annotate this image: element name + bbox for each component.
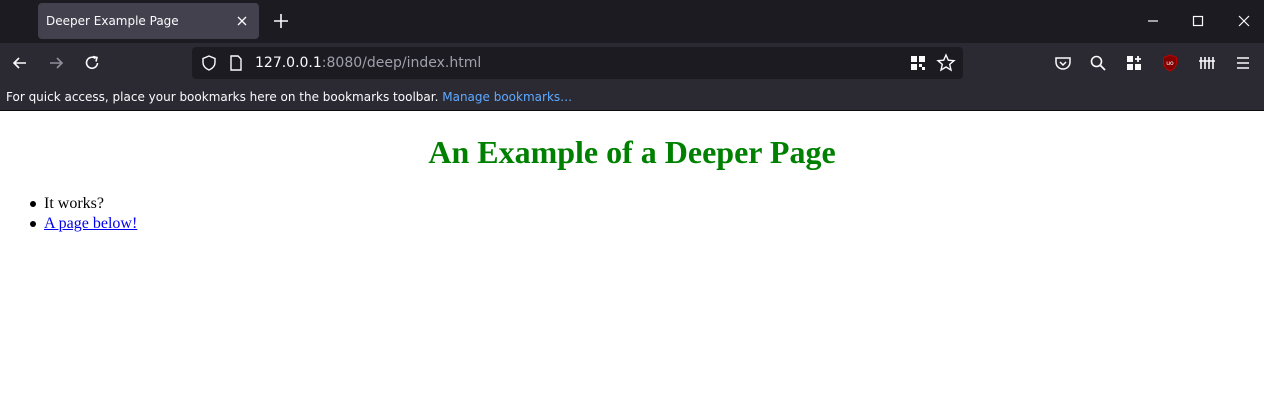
bookmarks-message: For quick access, place your bookmarks h…: [6, 90, 573, 104]
shield-icon[interactable]: [200, 54, 218, 72]
arrow-right-icon[interactable]: [46, 53, 66, 73]
navigation-toolbar: 127.0.0.1:8080/deep/index.html uo: [0, 43, 1264, 84]
bullet-icon: [30, 221, 36, 227]
maximize-icon[interactable]: [1189, 12, 1207, 30]
list-item: It works?: [30, 194, 137, 214]
minimize-icon[interactable]: [1144, 12, 1162, 30]
list-item-text: It works?: [44, 195, 104, 212]
page-below-link[interactable]: A page below!: [44, 215, 137, 232]
plus-icon[interactable]: [271, 11, 291, 31]
item-list: It works? A page below!: [30, 194, 137, 234]
bookmarks-toolbar: For quick access, place your bookmarks h…: [0, 84, 1264, 111]
page-heading: An Example of a Deeper Page: [428, 134, 836, 170]
close-icon[interactable]: [234, 13, 250, 29]
tab-title: Deeper Example Page: [46, 14, 179, 28]
star-icon[interactable]: [936, 53, 956, 73]
qr-code-icon[interactable]: [910, 55, 926, 71]
extensions-icon[interactable]: [1124, 53, 1144, 73]
tab-strip: Deeper Example Page: [0, 0, 1264, 43]
list-item: A page below!: [30, 214, 137, 234]
page-icon[interactable]: [228, 54, 244, 72]
svg-text:uo: uo: [1166, 60, 1174, 67]
library-icon[interactable]: [1197, 53, 1217, 73]
bullet-icon: [30, 201, 36, 207]
pocket-icon[interactable]: [1053, 53, 1073, 73]
arrow-left-icon[interactable]: [10, 53, 30, 73]
window-close-icon[interactable]: [1235, 12, 1253, 30]
search-icon[interactable]: [1088, 53, 1108, 73]
hamburger-menu-icon[interactable]: [1233, 53, 1253, 73]
url-text[interactable]: 127.0.0.1:8080/deep/index.html: [255, 55, 481, 71]
page-content: An Example of a Deeper Page It works? A …: [0, 112, 1264, 401]
url-bar[interactable]: 127.0.0.1:8080/deep/index.html: [192, 47, 963, 79]
reload-icon[interactable]: [82, 53, 102, 73]
manage-bookmarks-link[interactable]: Manage bookmarks…: [442, 90, 572, 104]
tab-active[interactable]: Deeper Example Page: [38, 3, 259, 39]
ublock-icon[interactable]: uo: [1160, 53, 1180, 73]
